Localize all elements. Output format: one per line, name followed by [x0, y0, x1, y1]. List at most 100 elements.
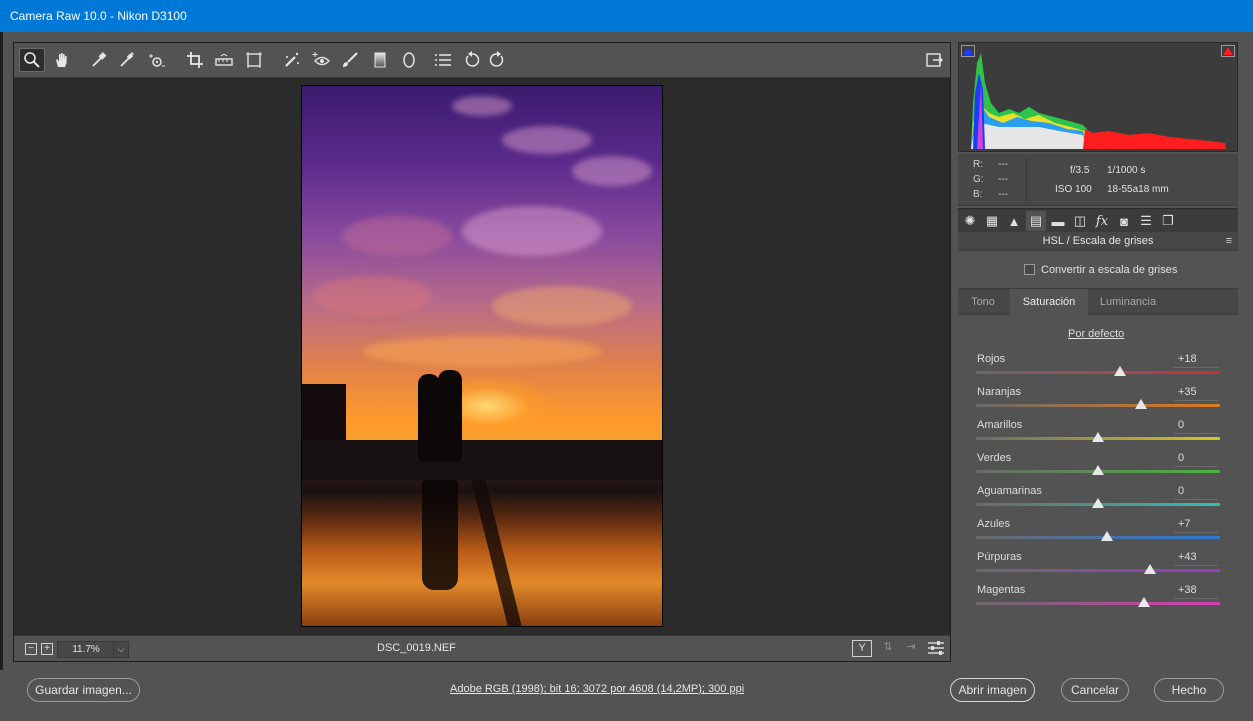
slider-label: Naranjas [977, 386, 1022, 398]
grayscale-checkbox[interactable] [1024, 264, 1035, 275]
target-adjust-icon [149, 54, 165, 67]
slider-thumb[interactable] [1138, 597, 1150, 607]
slider-4[interactable]: Aguamarinas 0 [976, 485, 1220, 518]
list-icon [435, 54, 451, 66]
slider-7[interactable]: Magentas +38 [976, 584, 1220, 617]
preferences-tool[interactable] [430, 48, 456, 72]
zoom-tool[interactable] [19, 48, 45, 72]
slider-thumb[interactable] [1092, 432, 1104, 442]
slider-thumb[interactable] [1092, 498, 1104, 508]
tab-lens[interactable]: ◫ [1070, 211, 1090, 231]
slider-track[interactable] [976, 569, 1220, 572]
slider-2[interactable]: Amarillos 0 [976, 419, 1220, 452]
white-balance-tool[interactable] [86, 48, 112, 72]
zoom-dropdown-button[interactable]: ⌵ [113, 641, 129, 658]
tab-detail[interactable]: ▲ [1004, 211, 1024, 231]
slider-thumb[interactable] [1101, 531, 1113, 541]
slider-6[interactable]: Púrpuras +43 [976, 551, 1220, 584]
menu-icon: ≡ [1225, 235, 1232, 247]
cancel-button[interactable]: Cancelar [1061, 678, 1129, 702]
slider-3[interactable]: Verdes 0 [976, 452, 1220, 485]
slider-value-field[interactable]: +35 [1174, 386, 1218, 401]
panel-menu-button[interactable]: ≡ [1226, 235, 1232, 247]
tab-split-toning[interactable]: ▬ [1048, 211, 1068, 231]
slider-5[interactable]: Azules +7 [976, 518, 1220, 551]
slider-track[interactable] [976, 404, 1220, 407]
spot-removal-tool[interactable] [279, 48, 305, 72]
slider-track[interactable] [976, 536, 1220, 539]
copy-settings-button[interactable]: ⇥ [901, 640, 921, 657]
color-sampler-tool[interactable] [114, 48, 140, 72]
image-preview[interactable] [301, 85, 663, 627]
targeted-adjustment-tool[interactable] [144, 48, 170, 72]
before-after-button[interactable]: Y [852, 640, 872, 657]
slider-value-field[interactable]: +38 [1174, 584, 1218, 599]
tab-hsl[interactable]: ▤ [1026, 211, 1046, 231]
spot-removal-icon [285, 52, 299, 67]
copy-icon: ⇥ [906, 641, 916, 653]
hand-tool[interactable] [49, 48, 75, 72]
tab-calibration[interactable]: ◙ [1114, 211, 1134, 231]
fullscreen-button[interactable] [921, 48, 947, 72]
done-button[interactable]: Hecho [1154, 678, 1224, 702]
slider-1[interactable]: Naranjas +35 [976, 386, 1220, 419]
workflow-options-link[interactable]: Adobe RGB (1998); bit 16; 3072 por 4608 … [450, 683, 744, 695]
slider-value-field[interactable]: 0 [1174, 485, 1218, 500]
straighten-tool[interactable] [211, 48, 237, 72]
red-eye-tool[interactable] [308, 48, 334, 72]
swap-before-after-button[interactable]: ⇅ [878, 640, 898, 657]
panel-header: HSL / Escala de grises ≡ [958, 232, 1238, 251]
defaults-link[interactable]: Por defecto [1068, 328, 1124, 340]
camera-icon: ◙ [1120, 213, 1128, 229]
slider-value-field[interactable]: 0 [1174, 452, 1218, 467]
slider-value-field[interactable]: +43 [1174, 551, 1218, 566]
slider-0[interactable]: Rojos +18 [976, 353, 1220, 386]
swap-icon: ⇅ [883, 641, 893, 653]
adjustment-brush-tool[interactable] [337, 48, 363, 72]
tab-saturacion[interactable]: Saturación [1010, 289, 1088, 315]
crop-tool[interactable] [182, 48, 208, 72]
tab-luminancia[interactable]: Luminancia [1090, 289, 1166, 315]
panel-scrollbar[interactable] [1241, 42, 1251, 662]
slider-thumb[interactable] [1144, 564, 1156, 574]
slider-value-field[interactable]: +18 [1174, 353, 1218, 368]
zoom-level-field[interactable]: 11.7% [57, 641, 115, 658]
radial-filter-tool[interactable] [396, 48, 422, 72]
tab-basic[interactable]: ✺ [960, 211, 980, 231]
lens-value: 18-55a18 mm [1107, 184, 1169, 195]
grayscale-checkbox-label[interactable]: Convertir a escala de grises [1041, 264, 1177, 276]
slider-label: Rojos [977, 353, 1006, 365]
iso-value: ISO 100 [1055, 184, 1092, 195]
split-toning-icon: ▬ [1051, 213, 1065, 229]
slider-label: Verdes [977, 452, 1012, 464]
tab-snapshots[interactable]: ❐ [1158, 211, 1178, 231]
transform-icon [246, 52, 262, 68]
tab-presets[interactable]: ☰ [1136, 211, 1156, 231]
slider-track[interactable] [976, 371, 1220, 374]
histogram-graph [971, 53, 1226, 149]
slider-thumb[interactable] [1135, 399, 1147, 409]
open-image-button[interactable]: Abrir imagen [950, 678, 1035, 702]
tab-tono[interactable]: Tono [958, 289, 1008, 315]
zoom-out-button[interactable]: − [25, 643, 37, 655]
panel-title: HSL / Escala de grises [1042, 235, 1154, 247]
rotate-right-tool[interactable] [484, 48, 510, 72]
slider-value-field[interactable]: +7 [1174, 518, 1218, 533]
red-eye-icon [312, 52, 330, 66]
slider-track[interactable] [976, 602, 1220, 605]
panel-tabs: ✺ ▦ ▲ ▤ ▬ ◫ fx ◙ ☰ ❐ [958, 208, 1238, 232]
save-image-button[interactable]: Guardar imagen... [27, 678, 140, 702]
slider-thumb[interactable] [1114, 366, 1126, 376]
tab-effects[interactable]: fx [1092, 211, 1112, 231]
rotate-left-tool[interactable] [459, 48, 485, 72]
graduated-filter-tool[interactable] [367, 48, 393, 72]
straighten-icon [215, 54, 233, 66]
tab-tone-curve[interactable]: ▦ [982, 211, 1002, 231]
toggle-settings-button[interactable] [926, 640, 946, 657]
zoom-in-button[interactable]: + [41, 643, 53, 655]
transform-tool[interactable] [241, 48, 267, 72]
fx-icon: fx [1095, 213, 1109, 229]
slider-thumb[interactable] [1092, 465, 1104, 475]
slider-value-field[interactable]: 0 [1174, 419, 1218, 434]
b-label: B: [973, 189, 983, 200]
